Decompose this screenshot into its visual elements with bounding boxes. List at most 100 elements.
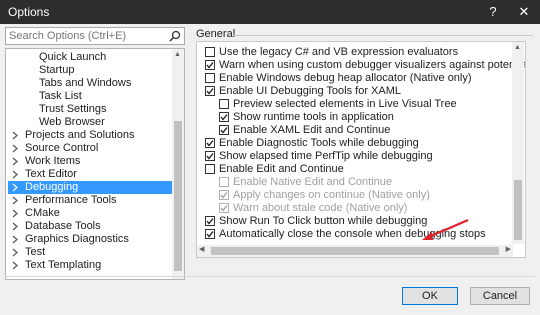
option-row[interactable]: Enable Windows debug heap allocator (Nat…: [205, 72, 515, 85]
tree-item-label: Trust Settings: [39, 103, 107, 115]
checkmark-icon: [220, 192, 228, 199]
tree-item[interactable]: Test: [6, 246, 172, 259]
search-icon[interactable]: [169, 30, 181, 42]
scroll-right-icon[interactable]: ▶: [506, 245, 511, 253]
tree-item-label: Performance Tools: [25, 194, 117, 206]
option-checkbox[interactable]: [205, 86, 215, 96]
option-checkbox[interactable]: [205, 229, 215, 239]
scroll-up-icon[interactable]: ▲: [174, 51, 181, 58]
section-title: General: [196, 28, 236, 40]
tree-item[interactable]: Text Templating: [6, 259, 172, 272]
option-checkbox[interactable]: [205, 138, 215, 148]
option-checkbox[interactable]: [205, 151, 215, 161]
options-tree[interactable]: ▲ Quick Launch Startup Tabs and Windows Tas…: [5, 48, 185, 280]
option-checkbox[interactable]: [205, 216, 215, 226]
option-checkbox[interactable]: [219, 177, 229, 187]
chevron-right-icon[interactable]: [11, 194, 19, 207]
help-button[interactable]: ?: [484, 3, 502, 21]
close-button[interactable]: ✕: [515, 3, 533, 21]
option-row[interactable]: Apply changes on continue (Native only): [219, 189, 525, 202]
options-hscroll-thumb[interactable]: [211, 247, 499, 255]
chevron-right-icon[interactable]: [11, 168, 19, 181]
tree-item[interactable]: Performance Tools: [6, 194, 172, 207]
option-checkbox[interactable]: [219, 203, 229, 213]
option-label: Enable XAML Edit and Continue: [233, 124, 391, 136]
tree-item[interactable]: Database Tools: [6, 220, 172, 233]
tree-item[interactable]: Work Items: [6, 155, 172, 168]
options-list: Use the legacy C# and VB expression eval…: [196, 41, 526, 258]
scroll-left-icon[interactable]: ◀: [199, 245, 204, 253]
search-input[interactable]: [6, 28, 166, 44]
checkmark-icon: [220, 114, 228, 121]
option-row[interactable]: Enable Diagnostic Tools while debugging: [205, 137, 515, 150]
option-checkbox[interactable]: [205, 164, 215, 174]
option-label: Warn when using custom debugger visualiz…: [219, 59, 525, 71]
title-bar: Options ? ✕: [0, 0, 540, 24]
chevron-right-icon[interactable]: [11, 155, 19, 168]
option-checkbox[interactable]: [219, 125, 229, 135]
chevron-right-icon[interactable]: [11, 246, 19, 259]
tree-scrollbar[interactable]: ▲: [172, 49, 184, 279]
option-row[interactable]: Warn about stale code (Native only): [219, 202, 525, 215]
chevron-right-icon[interactable]: [11, 259, 19, 272]
tree-item[interactable]: CMake: [6, 207, 172, 220]
option-checkbox[interactable]: [205, 73, 215, 83]
option-label: Enable Native Edit and Continue: [233, 176, 392, 188]
tree-item[interactable]: Graphics Diagnostics: [6, 233, 172, 246]
tree-item-label: Work Items: [25, 155, 81, 167]
option-row[interactable]: Enable Native Edit and Continue: [219, 176, 525, 189]
checkmark-icon: [206, 153, 214, 160]
option-label: Enable Edit and Continue: [219, 163, 344, 175]
option-row[interactable]: Warn when using custom debugger visualiz…: [205, 59, 525, 72]
checkmark-icon: [206, 231, 214, 238]
scroll-up-icon[interactable]: ▲: [514, 44, 521, 51]
red-arrow-icon: [422, 218, 469, 240]
footer-divider: [5, 276, 535, 277]
checkmark-icon: [206, 140, 214, 147]
option-checkbox[interactable]: [205, 60, 215, 70]
checkmark-icon: [220, 127, 228, 134]
chevron-right-icon[interactable]: [11, 142, 19, 155]
option-row[interactable]: Show elapsed time PerfTip while debuggin…: [205, 150, 515, 163]
tree-item[interactable]: Trust Settings: [6, 103, 172, 116]
chevron-right-icon[interactable]: [11, 181, 19, 194]
option-checkbox[interactable]: [219, 190, 229, 200]
tree-item-label: Task List: [39, 90, 82, 102]
tree-item[interactable]: Web Browser: [6, 116, 172, 129]
chevron-right-icon[interactable]: [11, 129, 19, 142]
tree-item-label: Graphics Diagnostics: [25, 233, 129, 245]
chevron-right-icon[interactable]: [11, 207, 19, 220]
search-box[interactable]: [5, 27, 185, 45]
tree-item-label: Quick Launch: [39, 51, 107, 63]
option-checkbox[interactable]: [219, 112, 229, 122]
ok-button[interactable]: OK: [402, 287, 458, 305]
cancel-button[interactable]: Cancel: [470, 287, 530, 305]
option-label: Preview selected elements in Live Visual…: [233, 98, 457, 110]
option-row[interactable]: Show runtime tools in application: [219, 111, 525, 124]
option-row[interactable]: Preview selected elements in Live Visual…: [219, 98, 525, 111]
tree-item[interactable]: Text Editor: [6, 168, 172, 181]
option-row[interactable]: Enable XAML Edit and Continue: [219, 124, 525, 137]
option-checkbox[interactable]: [205, 47, 215, 57]
tree-item[interactable]: Debugging: [8, 181, 172, 194]
tree-item[interactable]: Quick Launch: [6, 51, 172, 64]
option-row[interactable]: Enable UI Debugging Tools for XAML: [205, 85, 515, 98]
option-label: Show runtime tools in application: [233, 111, 394, 123]
options-vscrollbar[interactable]: ▲: [512, 42, 524, 244]
option-label: Show elapsed time PerfTip while debuggin…: [219, 150, 433, 162]
option-label: Show Run To Click button while debugging: [219, 215, 428, 227]
option-row[interactable]: Enable Edit and Continue: [205, 163, 515, 176]
options-vscroll-thumb[interactable]: [514, 180, 522, 240]
tree-item[interactable]: Tabs and Windows: [6, 77, 172, 90]
tree-item[interactable]: Startup: [6, 64, 172, 77]
chevron-right-icon[interactable]: [11, 233, 19, 246]
tree-scroll-thumb[interactable]: [174, 121, 182, 271]
tree-item[interactable]: Source Control: [6, 142, 172, 155]
tree-item[interactable]: Projects and Solutions: [6, 129, 172, 142]
option-checkbox[interactable]: [219, 99, 229, 109]
tree-item-label: Startup: [39, 64, 75, 76]
tree-item[interactable]: Task List: [6, 90, 172, 103]
chevron-right-icon[interactable]: [11, 220, 19, 233]
options-hscrollbar[interactable]: ◀ ▶: [197, 245, 513, 257]
option-row[interactable]: Use the legacy C# and VB expression eval…: [205, 46, 515, 59]
